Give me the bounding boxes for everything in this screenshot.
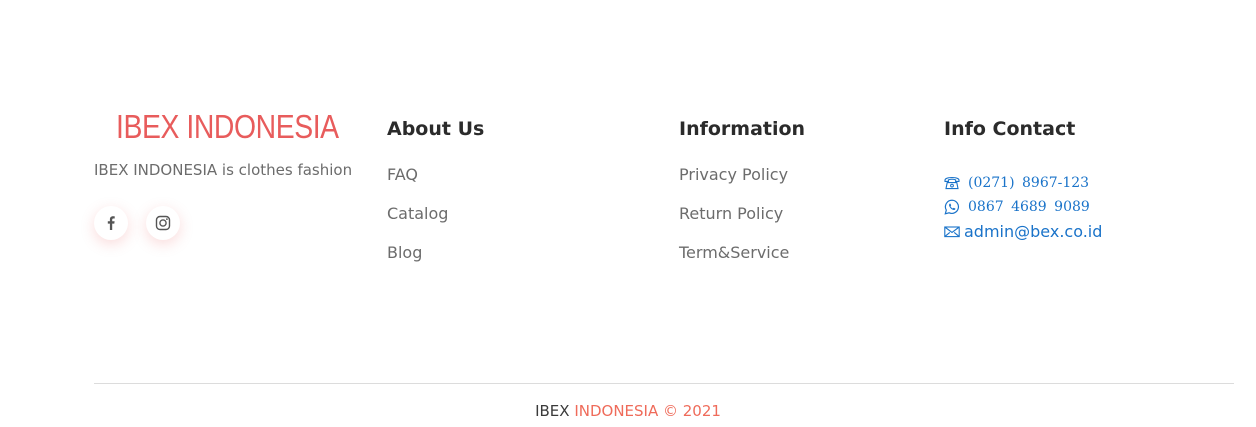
instagram-button[interactable]	[146, 206, 180, 240]
instagram-icon	[155, 215, 171, 231]
contact-whatsapp[interactable]: 0867 4689 9089	[944, 199, 1090, 215]
contact-email[interactable]: admin@bex.co.id	[944, 222, 1102, 241]
contact-phone[interactable]: (0271) 8967-123	[944, 175, 1089, 191]
facebook-icon	[105, 216, 117, 230]
contact-email-text: admin@bex.co.id	[964, 222, 1103, 241]
about-link-blog[interactable]: Blog	[387, 243, 422, 262]
info-contact-heading: Info Contact	[944, 118, 1076, 140]
info-link-privacy-policy[interactable]: Privacy Policy	[679, 165, 788, 184]
about-us-heading: About Us	[387, 118, 485, 140]
info-link-return-policy[interactable]: Return Policy	[679, 204, 783, 223]
whatsapp-icon	[944, 199, 960, 215]
contact-whatsapp-text: 0867 4689 9089	[968, 199, 1090, 215]
copyright: IBEX INDONESIA © 2021	[0, 402, 1256, 420]
about-link-faq[interactable]: FAQ	[387, 165, 418, 184]
facebook-button[interactable]	[94, 206, 128, 240]
contact-phone-text: (0271) 8967-123	[968, 175, 1090, 191]
information-heading: Information	[679, 118, 806, 140]
phone-icon	[944, 175, 960, 191]
copyright-brand: IBEX	[535, 402, 575, 420]
footer-divider	[94, 383, 1234, 384]
info-link-term-service[interactable]: Term&Service	[679, 243, 789, 262]
brand-logo[interactable]: IBEX INDONESIA	[116, 108, 339, 146]
brand-tagline: IBEX INDONESIA is clothes fashion	[94, 161, 353, 179]
envelope-icon	[944, 224, 960, 240]
copyright-year: INDONESIA © 2021	[574, 402, 721, 420]
about-link-catalog[interactable]: Catalog	[387, 204, 448, 223]
